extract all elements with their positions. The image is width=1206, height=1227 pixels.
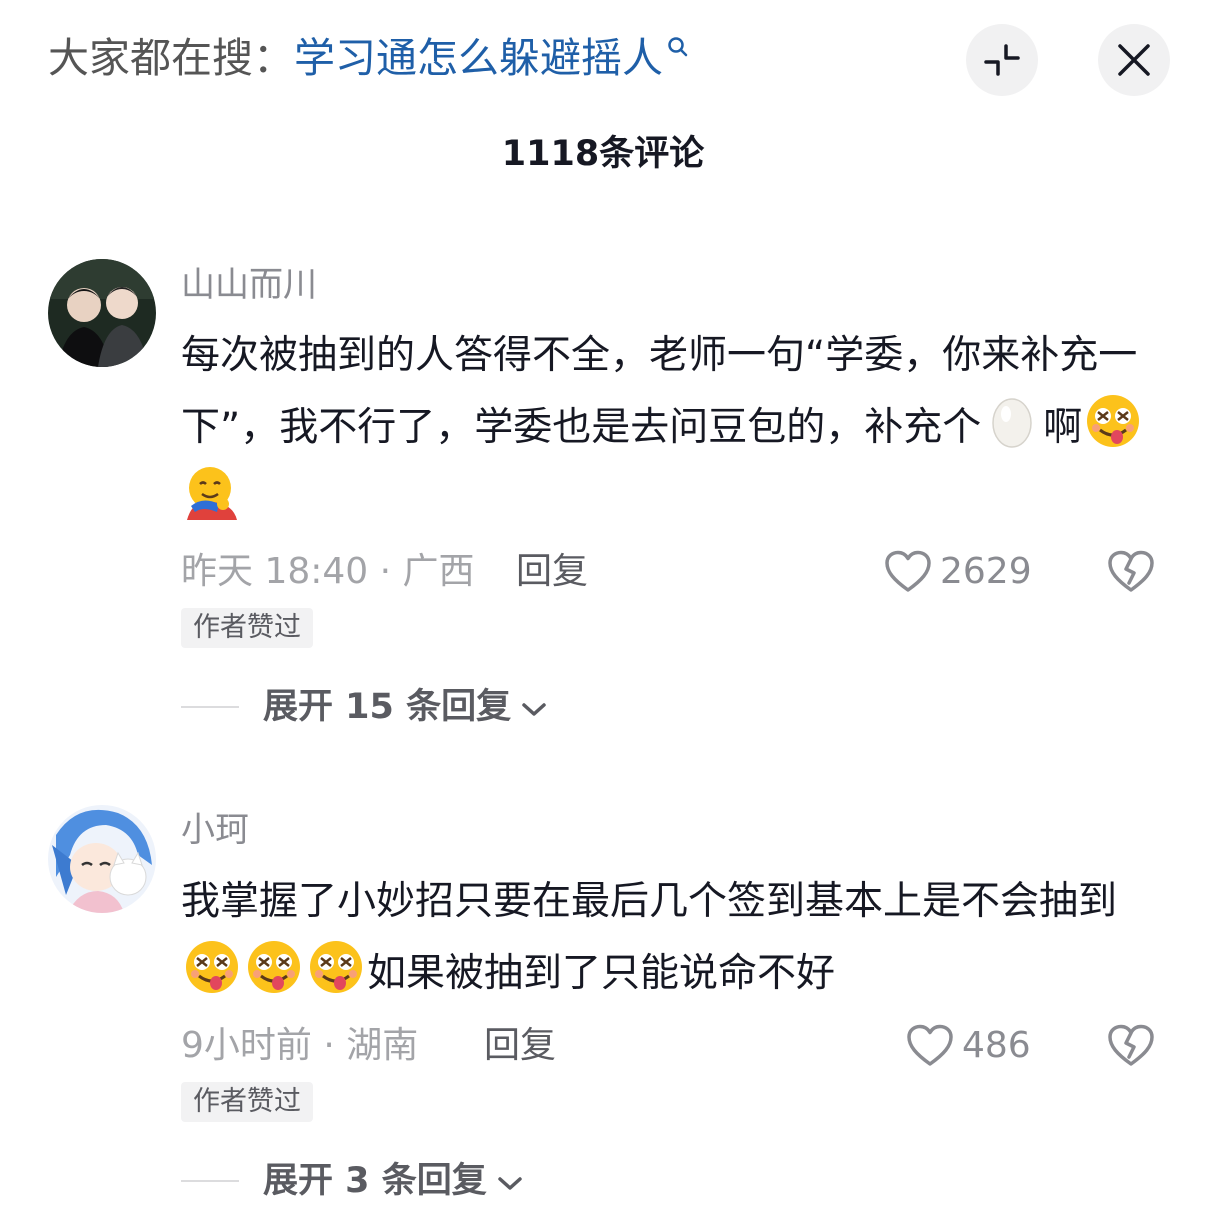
zany-face-emoji [248, 941, 300, 993]
chevron-down-icon [522, 703, 546, 716]
comment-text-part: 啊 [1043, 405, 1083, 450]
avatar[interactable] [48, 805, 156, 913]
search-query-link[interactable]: 学习通怎么躲避摇人 [294, 34, 663, 82]
like-count: 486 [962, 1025, 1031, 1066]
search-icon [668, 37, 688, 57]
divider-line [181, 706, 239, 708]
reply-button[interactable]: 回复 [484, 1020, 556, 1072]
comment-text: 每次被抽到的人答得不全，老师一句“学委，你来补充一下”，我不行了，学委也是去问豆… [181, 320, 1161, 536]
time-location: 9小时前 · 湖南 [181, 1025, 419, 1066]
avatar-photo [48, 805, 156, 913]
expand-replies-button[interactable]: 展开 15 条回复 [181, 681, 547, 733]
collapse-button[interactable] [966, 24, 1038, 96]
reply-button[interactable]: 回复 [516, 546, 588, 598]
chevron-down-icon [497, 1177, 522, 1190]
author-liked-badge: 作者赞过 [181, 1082, 313, 1122]
avatar-photo [48, 259, 156, 367]
like-count: 2629 [940, 551, 1032, 592]
dislike-button[interactable] [1107, 550, 1155, 598]
divider-line [181, 1180, 239, 1182]
author-liked-badge: 作者赞过 [181, 608, 313, 648]
search-suggestion[interactable]: 大家都在搜：学习通怎么躲避摇人 [48, 30, 689, 86]
egg-emoji [992, 398, 1032, 448]
zany-face-emoji [310, 941, 362, 993]
username[interactable]: 山山而川 [181, 261, 317, 309]
expand-replies-button[interactable]: 展开 3 条回复 [181, 1155, 523, 1207]
search-prefix: 大家都在搜： [48, 34, 294, 82]
zany-face-emoji [1087, 395, 1140, 447]
comment-text-part: 我掌握了小妙招只要在最后几个签到基本上是不会抽到 [181, 879, 1118, 924]
expand-replies-label: 展开 3 条回复 [263, 1161, 487, 1201]
comment-count-title: 1118条评论 [501, 134, 705, 174]
comment-text-part: 如果被抽到了只能说命不好 [367, 951, 836, 996]
expand-replies-label: 展开 15 条回复 [263, 687, 512, 727]
like-button[interactable]: 486 [906, 1020, 1031, 1072]
like-button[interactable]: 2629 [884, 546, 1032, 598]
username[interactable]: 小珂 [181, 806, 249, 854]
avatar[interactable] [48, 259, 156, 367]
top-bar: 大家都在搜：学习通怎么躲避摇人 [0, 0, 1206, 110]
comment-text: 我掌握了小妙招只要在最后几个签到基本上是不会抽到如果被抽到了只能说命不好 [181, 866, 1161, 1010]
broken-heart-icon [1108, 550, 1154, 592]
time-location: 昨天 18:40 · 广西 [181, 551, 475, 592]
close-icon [1118, 44, 1150, 76]
heart-outline-icon [907, 1024, 953, 1066]
close-button[interactable] [1098, 24, 1170, 96]
dislike-button[interactable] [1107, 1024, 1155, 1072]
zany-face-emoji [186, 941, 238, 993]
broken-heart-icon [1108, 1024, 1154, 1066]
heart-outline-icon [885, 550, 931, 592]
collapse-icon [984, 44, 1020, 76]
hug-emoji [187, 467, 237, 520]
